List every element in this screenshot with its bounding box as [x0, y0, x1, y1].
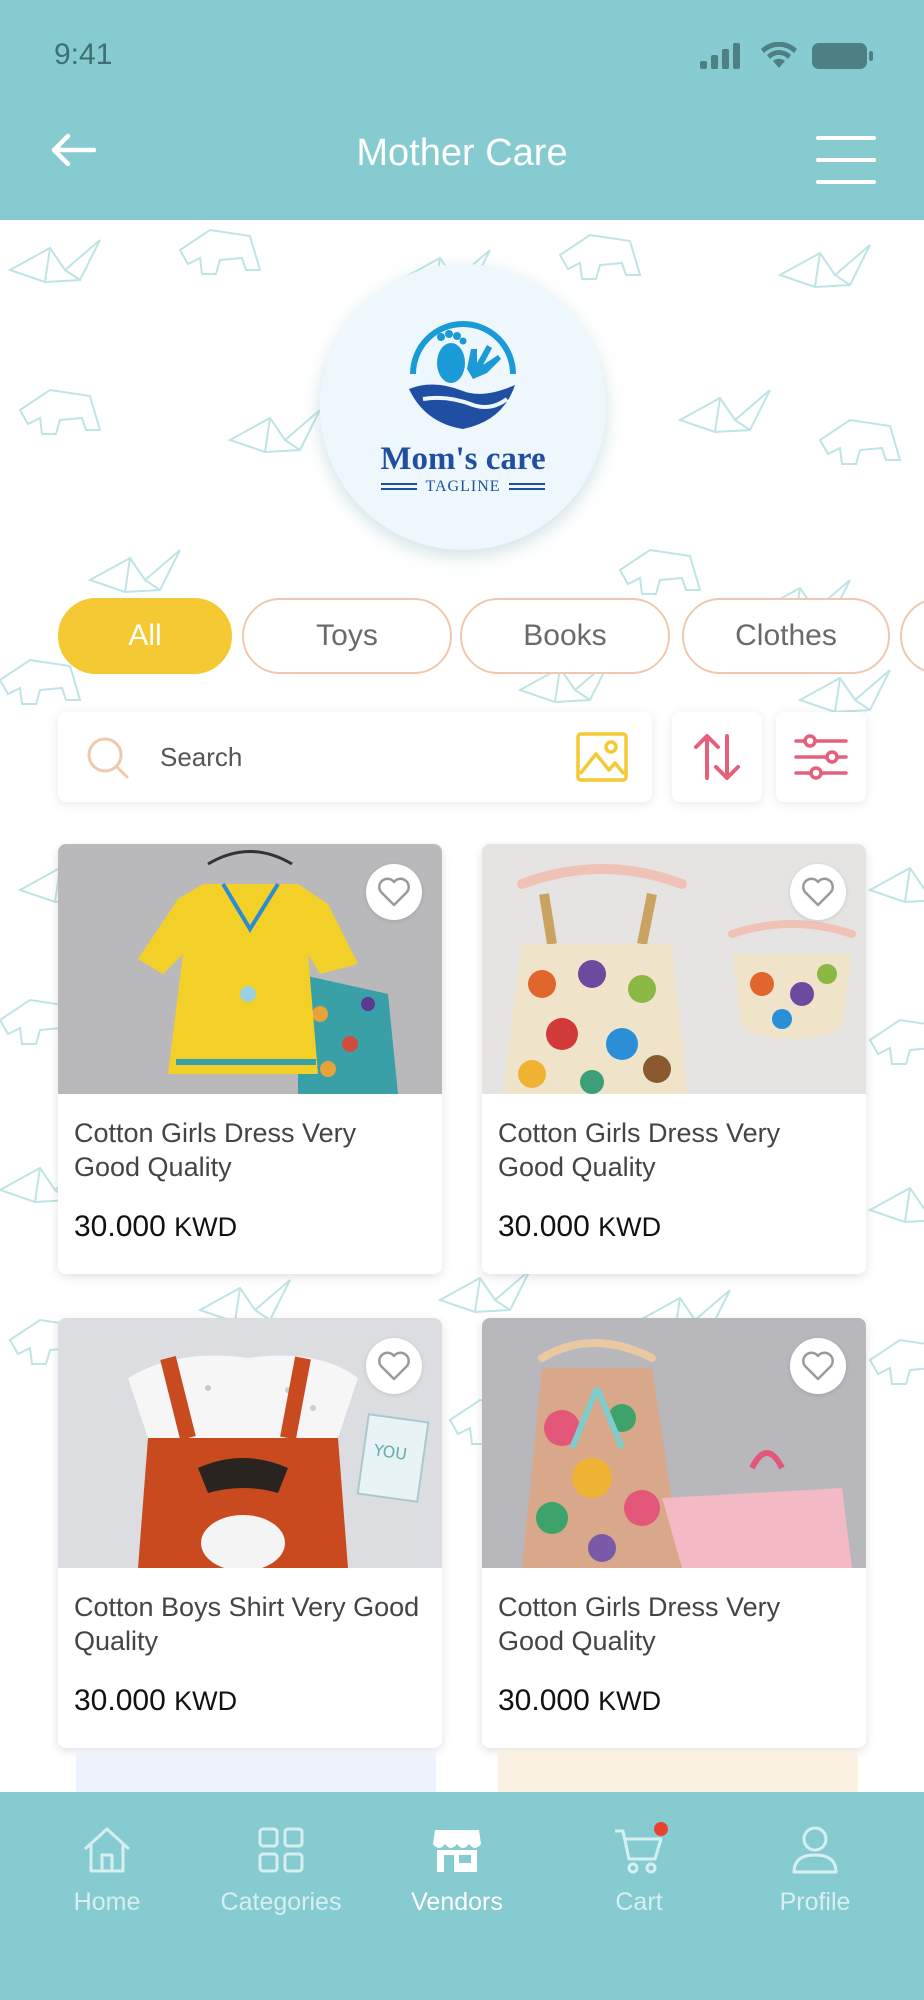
search-icon [87, 737, 129, 779]
filter-chip-all[interactable]: All [58, 598, 232, 674]
status-time: 9:41 [54, 38, 113, 71]
nav-label: Categories [220, 1888, 342, 1916]
filter-chip-books[interactable]: Books [460, 598, 670, 674]
product-image-partial [498, 1750, 858, 1792]
filter-chip-toys[interactable]: Toys [242, 598, 452, 674]
search-bar [58, 712, 652, 802]
logo-tagline: TAGLINE [381, 477, 545, 496]
image-search-button[interactable] [576, 732, 628, 787]
price-value: 30.000 [74, 1210, 166, 1243]
logo-name: Mom's care [380, 440, 546, 477]
product-card[interactable]: YOU Cotton Boys Shirt Very Good Quality … [58, 1318, 442, 1748]
nav-item-home[interactable]: Home [22, 1822, 192, 1917]
status-icons [700, 42, 874, 70]
page-title: Mother Care [356, 132, 568, 174]
product-image-partial [76, 1750, 436, 1792]
heart-icon [378, 1351, 410, 1381]
menu-line [816, 180, 876, 184]
favorite-button[interactable] [366, 1338, 422, 1394]
wifi-icon [761, 42, 797, 68]
menu-line [816, 158, 876, 162]
product-price: 30.000 KWD [498, 1684, 661, 1718]
baby-care-logo-icon [409, 320, 516, 429]
price-currency: KWD [598, 1212, 662, 1242]
nav-item-profile[interactable]: Profile [730, 1822, 900, 1917]
price-value: 30.000 [498, 1684, 590, 1717]
product-title: Cotton Girls Dress Very Good Quality [498, 1592, 781, 1656]
price-value: 30.000 [498, 1210, 590, 1243]
nav-item-vendors[interactable]: Vendors [372, 1822, 542, 1917]
product-title: Cotton Girls Dress Very Good Quality [74, 1118, 357, 1182]
store-icon [433, 1830, 481, 1872]
product-price: 30.000 KWD [74, 1684, 237, 1718]
nav-item-cart[interactable]: Cart [554, 1822, 724, 1917]
sort-button[interactable] [672, 712, 762, 802]
nav-item-categories[interactable]: Categories [196, 1822, 366, 1917]
search-input[interactable] [160, 734, 460, 780]
user-icon [792, 1826, 838, 1874]
home-icon [83, 1827, 131, 1873]
bottom-navigation: Home Categories Vendors Cart Profile [0, 1792, 924, 2000]
favorite-button[interactable] [366, 864, 422, 920]
filter-button[interactable] [776, 712, 866, 802]
product-card[interactable]: Cotton Girls Dress Very Good Quality 30.… [58, 844, 442, 1274]
app-header: 9:41 Mother Care [0, 0, 924, 220]
grid-icon [258, 1827, 304, 1873]
menu-line [816, 136, 876, 140]
favorite-button[interactable] [790, 864, 846, 920]
price-currency: KWD [174, 1686, 238, 1716]
product-price: 30.000 KWD [498, 1210, 661, 1244]
product-card[interactable]: Cotton Girls Dress Very Good Quality 30.… [482, 844, 866, 1274]
price-value: 30.000 [74, 1684, 166, 1717]
product-card[interactable]: Cotton Girls Dress Very Good Quality 30.… [482, 1318, 866, 1748]
sort-icon [694, 734, 740, 780]
sliders-icon [794, 734, 848, 780]
image-icon [576, 732, 628, 782]
filter-chip-clothes[interactable]: Clothes [682, 598, 890, 674]
cart-badge [654, 1822, 668, 1836]
product-title: Cotton Girls Dress Very Good Quality [498, 1118, 781, 1182]
favorite-button[interactable] [790, 1338, 846, 1394]
category-filter-bar: All Toys Books Clothes [58, 598, 924, 676]
heart-icon [378, 877, 410, 907]
signal-icon [700, 43, 740, 69]
nav-label: Cart [615, 1888, 663, 1916]
logo-tagline-text: TAGLINE [425, 477, 501, 495]
heart-icon [802, 877, 834, 907]
product-price: 30.000 KWD [74, 1210, 237, 1244]
product-title: Cotton Boys Shirt Very Good Quality [74, 1592, 420, 1656]
vendor-logo: Mom's care TAGLINE [320, 264, 606, 550]
filter-chip-more[interactable] [900, 598, 924, 674]
nav-label: Vendors [411, 1888, 503, 1916]
price-currency: KWD [174, 1212, 238, 1242]
heart-icon [802, 1351, 834, 1381]
menu-button[interactable] [816, 136, 878, 184]
nav-label: Profile [779, 1888, 851, 1916]
price-currency: KWD [598, 1686, 662, 1716]
battery-icon [812, 43, 873, 69]
nav-label: Home [73, 1888, 141, 1916]
